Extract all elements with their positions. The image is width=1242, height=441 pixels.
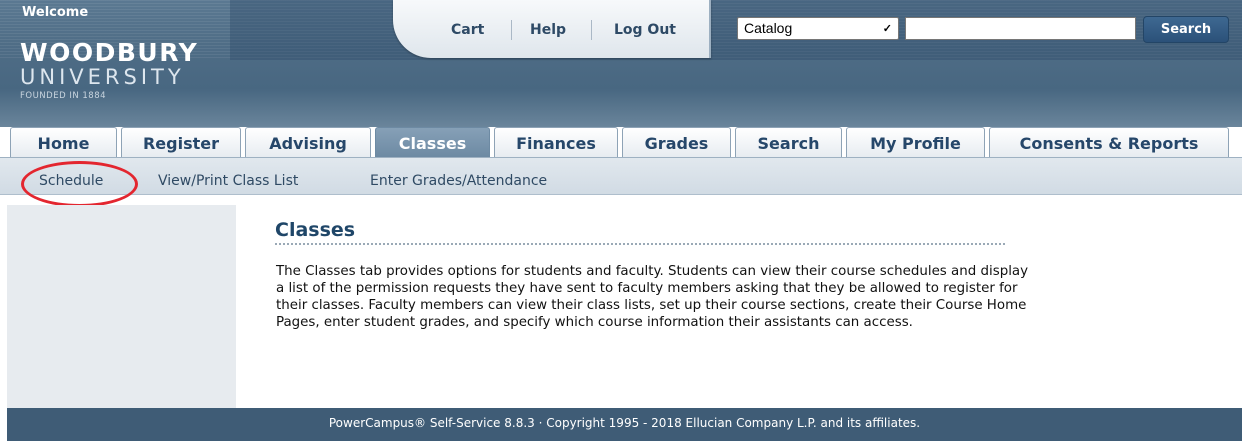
footer: PowerCampus® Self-Service 8.8.3 · Copyri…	[7, 408, 1242, 441]
university-logo[interactable]: WOODBURY UNIVERSITY FOUNDED IN 1884	[20, 38, 199, 102]
welcome-text: Welcome	[22, 5, 89, 20]
cart-link[interactable]: Cart	[451, 22, 484, 38]
link-divider	[591, 20, 592, 40]
subnav-enter-grades-attendance[interactable]: Enter Grades/Attendance	[370, 173, 547, 189]
tab-grades[interactable]: Grades	[622, 127, 731, 157]
search-scope-value: Catalog	[744, 20, 793, 36]
tab-register[interactable]: Register	[121, 127, 241, 157]
help-link[interactable]: Help	[530, 22, 566, 38]
search-input[interactable]	[905, 17, 1136, 40]
logo-founded: FOUNDED IN 1884	[20, 91, 107, 101]
top-links-bar: Cart Help Log Out	[393, 0, 711, 58]
tab-search[interactable]: Search	[735, 127, 842, 157]
page-title: Classes	[275, 219, 356, 241]
chevron-down-icon: ✓	[882, 23, 892, 35]
tab-finances[interactable]: Finances	[494, 127, 618, 157]
tab-classes[interactable]: Classes	[375, 127, 490, 157]
logo-wordmark: WOODBURY	[20, 38, 199, 67]
main-tabs: Home Register Advising Classes Finances …	[0, 127, 1242, 157]
search-button[interactable]: Search	[1143, 16, 1229, 43]
header: Welcome WOODBURY UNIVERSITY FOUNDED IN 1…	[0, 0, 1242, 127]
search-scope-select[interactable]: Catalog ✓	[737, 17, 899, 40]
sub-navigation: Schedule View/Print Class List Enter Gra…	[0, 157, 1242, 195]
page-description: The Classes tab provides options for stu…	[276, 264, 1029, 330]
logout-link[interactable]: Log Out	[614, 22, 676, 38]
tab-my-profile[interactable]: My Profile	[846, 127, 985, 157]
title-divider	[275, 243, 1005, 245]
link-divider	[511, 20, 512, 40]
left-sidebar	[7, 205, 236, 408]
subnav-schedule[interactable]: Schedule	[39, 173, 103, 189]
tab-home[interactable]: Home	[10, 127, 117, 157]
logo-subtitle: UNIVERSITY	[20, 65, 185, 89]
subnav-view-print-class-list[interactable]: View/Print Class List	[158, 173, 298, 189]
tab-advising[interactable]: Advising	[245, 127, 371, 157]
tab-consents-reports[interactable]: Consents & Reports	[989, 127, 1229, 157]
